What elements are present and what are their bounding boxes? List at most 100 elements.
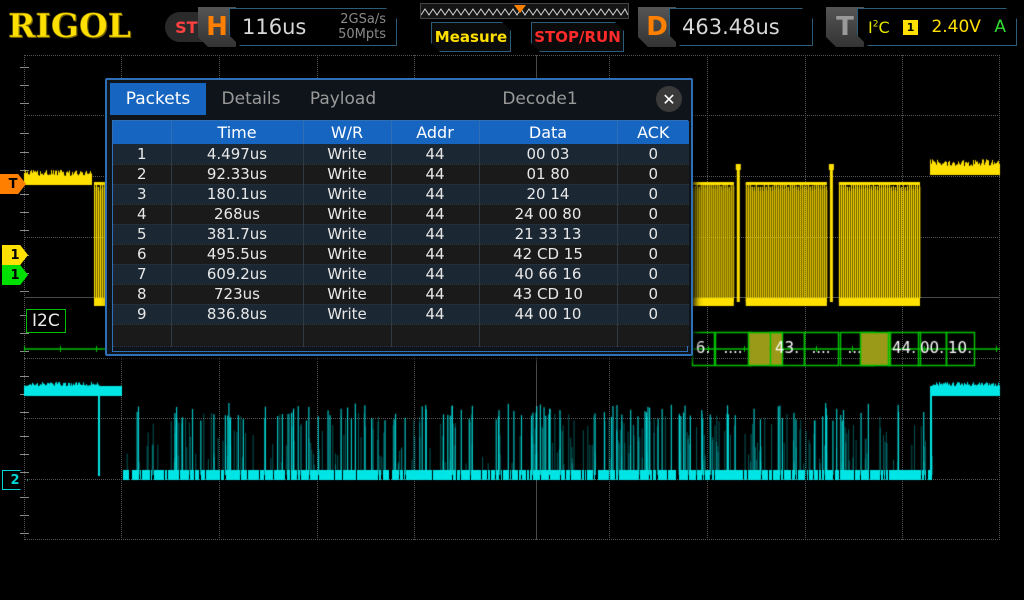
table-header-row: Time W/R Addr Data ACK — [113, 121, 689, 144]
measure-button[interactable]: Measure — [431, 22, 511, 52]
cell-data: 20 14 — [479, 184, 618, 205]
cell-wr: Write — [303, 204, 392, 225]
table-row[interactable]: 9 836.8us Write 44 44 00 10 0 — [113, 304, 689, 325]
cell-empty — [171, 324, 304, 347]
cell-ack: 0 — [617, 224, 689, 245]
cell-addr: 44 — [391, 164, 480, 185]
cell-index: 8 — [113, 284, 172, 305]
trigger-type-label: I2C — [868, 17, 890, 37]
cell-empty — [113, 324, 172, 347]
table-row[interactable]: 1 4.497us Write 44 00 03 0 — [113, 144, 689, 165]
cell-index: 3 — [113, 184, 172, 205]
cell-time: 609.2us — [171, 264, 304, 285]
table-row-empty — [113, 324, 689, 347]
column-header-ack[interactable]: ACK — [617, 121, 689, 144]
cell-empty — [303, 324, 392, 347]
cell-ack: 0 — [617, 144, 689, 165]
cell-index: 6 — [113, 244, 172, 265]
column-header-wr[interactable]: W/R — [303, 121, 392, 144]
cell-wr: Write — [303, 284, 392, 305]
cell-addr: 44 — [391, 144, 480, 165]
packet-table: Time W/R Addr Data ACK 1 4.497us Write 44 00… — [113, 121, 689, 347]
timebase-value: 116us — [242, 15, 307, 39]
cell-data: 00 03 — [479, 144, 618, 165]
table-row[interactable]: 2 92.33us Write 44 01 80 0 — [113, 164, 689, 185]
delay-value-box[interactable]: 463.48us — [669, 8, 813, 46]
cell-wr: Write — [303, 244, 392, 265]
cell-addr: 44 — [391, 264, 480, 285]
decode-event-table-dialog[interactable]: Packets Details Payload Decode1 ✕ Time W… — [105, 78, 693, 356]
packet-table-body: 1 4.497us Write 44 00 03 0 2 92.33us Write 44 01 8… — [113, 144, 689, 347]
column-header-index[interactable] — [113, 121, 172, 144]
table-row[interactable]: 3 180.1us Write 44 20 14 0 — [113, 184, 689, 205]
dialog-tab-bar: Packets Details Payload Decode1 ✕ — [107, 80, 691, 118]
cell-empty — [391, 324, 480, 347]
trigger-info-box[interactable]: I2C 1 2.40V A — [857, 8, 1017, 46]
cell-data: 24 00 80 — [479, 204, 618, 225]
cell-time: 381.7us — [171, 224, 304, 245]
cell-index: 7 — [113, 264, 172, 285]
sample-rate-value: 2GSa/s — [340, 12, 386, 27]
stop-run-button[interactable]: STOP/RUN — [531, 22, 624, 52]
decoder-name-label[interactable]: Decode1 — [485, 83, 595, 115]
column-header-addr[interactable]: Addr — [391, 121, 480, 144]
trigger-source-badge: 1 — [903, 20, 918, 35]
cell-index: 4 — [113, 204, 172, 225]
column-header-data[interactable]: Data — [479, 121, 618, 144]
tab-details[interactable]: Details — [211, 83, 291, 115]
preview-trigger-marker-icon — [514, 5, 526, 13]
cell-time: 268us — [171, 204, 304, 225]
cell-index: 1 — [113, 144, 172, 165]
table-row[interactable]: 6 495.5us Write 44 42 CD 15 0 — [113, 244, 689, 265]
cell-wr: Write — [303, 264, 392, 285]
cell-index: 2 — [113, 164, 172, 185]
cell-addr: 44 — [391, 204, 480, 225]
cell-ack: 0 — [617, 164, 689, 185]
cell-time: 836.8us — [171, 304, 304, 325]
bus-decode-label: I2C — [26, 309, 66, 333]
packet-table-container[interactable]: Time W/R Addr Data ACK 1 4.497us Write 44 00… — [112, 120, 689, 352]
oscilloscope-screen: RIGOL STOP H 116us 2GSa/s 50Mpts Measure… — [0, 0, 1024, 600]
cell-index: 5 — [113, 224, 172, 245]
cell-index: 9 — [113, 304, 172, 325]
cell-wr: Write — [303, 304, 392, 325]
cell-time: 4.497us — [171, 144, 304, 165]
waveform-preview-strip[interactable] — [420, 3, 629, 19]
rigol-logo: RIGOL — [8, 6, 132, 46]
cell-ack: 0 — [617, 244, 689, 265]
cell-ack: 0 — [617, 304, 689, 325]
cell-wr: Write — [303, 164, 392, 185]
horizontal-timebase-box[interactable]: 116us 2GSa/s 50Mpts — [229, 8, 397, 46]
cell-ack: 0 — [617, 184, 689, 205]
table-row[interactable]: 5 381.7us Write 44 21 33 13 0 — [113, 224, 689, 245]
close-icon[interactable]: ✕ — [656, 86, 682, 112]
cell-ack: 0 — [617, 204, 689, 225]
trigger-level-value: 2.40V — [931, 17, 981, 37]
cell-wr: Write — [303, 144, 392, 165]
column-header-time[interactable]: Time — [171, 121, 304, 144]
cell-addr: 44 — [391, 284, 480, 305]
table-row[interactable]: 4 268us Write 44 24 00 80 0 — [113, 204, 689, 225]
cell-time: 495.5us — [171, 244, 304, 265]
cell-wr: Write — [303, 224, 392, 245]
top-status-bar: RIGOL STOP H 116us 2GSa/s 50Mpts Measure… — [0, 0, 1024, 55]
cell-empty — [479, 324, 618, 347]
cell-ack: 0 — [617, 264, 689, 285]
cell-time: 723us — [171, 284, 304, 305]
cell-data: 40 66 16 — [479, 264, 618, 285]
tab-payload[interactable]: Payload — [295, 83, 391, 115]
cell-data: 43 CD 10 — [479, 284, 618, 305]
cell-addr: 44 — [391, 184, 480, 205]
cell-addr: 44 — [391, 244, 480, 265]
table-row[interactable]: 8 723us Write 44 43 CD 10 0 — [113, 284, 689, 305]
table-row[interactable]: 7 609.2us Write 44 40 66 16 0 — [113, 264, 689, 285]
cell-addr: 44 — [391, 304, 480, 325]
acquisition-info: 2GSa/s 50Mpts — [338, 12, 386, 42]
cell-ack: 0 — [617, 284, 689, 305]
cell-time: 92.33us — [171, 164, 304, 185]
trigger-mode-label: A — [994, 17, 1006, 37]
tab-packets[interactable]: Packets — [110, 83, 206, 115]
cell-data: 44 00 10 — [479, 304, 618, 325]
cell-data: 21 33 13 — [479, 224, 618, 245]
cell-addr: 44 — [391, 224, 480, 245]
